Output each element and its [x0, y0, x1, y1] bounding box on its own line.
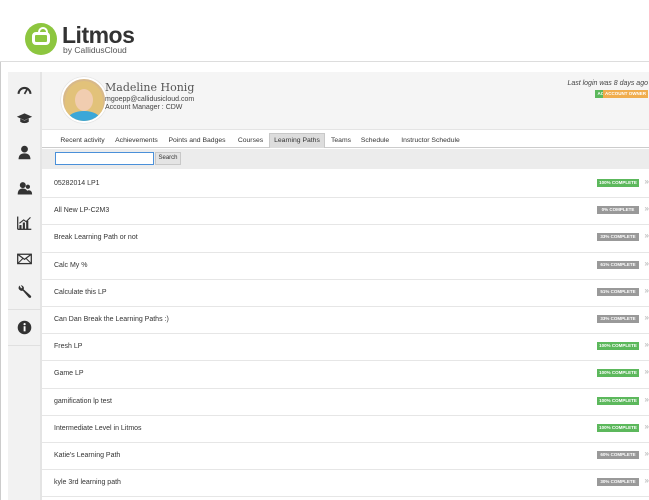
learning-path-name[interactable]: Game LP	[54, 370, 84, 377]
tab-achievements[interactable]: Achievements	[112, 133, 161, 148]
completion-status-badge: 33% COMPLETE	[597, 233, 639, 242]
profile-email: mgoepp@callidusicloud.com	[105, 96, 195, 103]
learning-path-row[interactable]: Calculate this LP 51% COMPLETE »	[42, 280, 649, 307]
users-icon	[17, 181, 33, 194]
graduation-cap-icon	[16, 112, 33, 123]
learning-path-row[interactable]: gamification lp test 100% COMPLETE »	[42, 389, 649, 416]
completion-status-badge: 0% COMPLETE	[597, 206, 639, 215]
tab-recent-activity[interactable]: Recent activity	[55, 133, 110, 148]
wrench-icon	[18, 285, 32, 298]
dashboard-icon	[17, 86, 32, 94]
sidebar	[8, 72, 41, 500]
sidebar-item-messages[interactable]	[8, 240, 41, 276]
learning-path-name[interactable]: gamification lp test	[54, 398, 112, 405]
info-icon	[17, 320, 32, 335]
chevron-right-icon[interactable]: »	[645, 449, 649, 458]
chevron-right-icon[interactable]: »	[645, 422, 649, 431]
top-bar: Litmos by CallidusCloud	[0, 0, 649, 62]
learning-path-row[interactable]: Game LP 100% COMPLETE »	[42, 361, 649, 389]
sidebar-item-reports[interactable]	[8, 204, 41, 240]
profile-tabs: Recent activity Achievements Points and …	[42, 132, 649, 148]
learning-path-row[interactable]: Katie's Learning Path 60% COMPLETE »	[42, 443, 649, 471]
completion-status-badge: 100% COMPLETE	[597, 179, 639, 187]
envelope-icon	[17, 253, 32, 264]
learning-path-name[interactable]: kyle 3rd learning path	[54, 479, 121, 486]
chevron-right-icon[interactable]: »	[645, 340, 649, 349]
avatar	[61, 77, 107, 123]
learning-path-name[interactable]: Break Learning Path or not	[54, 234, 138, 241]
chevron-right-icon[interactable]: »	[645, 177, 649, 186]
chevron-right-icon[interactable]: »	[645, 204, 649, 213]
completion-status-badge: 100% COMPLETE	[597, 342, 639, 351]
learning-path-row[interactable]: Break Learning Path or not 33% COMPLETE »	[42, 225, 649, 253]
learning-path-row[interactable]: 05282014 LP1 100% COMPLETE »	[42, 171, 649, 199]
chevron-right-icon[interactable]: »	[645, 367, 649, 376]
learning-path-name[interactable]: 05282014 LP1	[54, 180, 100, 187]
completion-status-badge: 100% COMPLETE	[597, 369, 639, 378]
tab-points-and-badges[interactable]: Points and Badges	[164, 133, 230, 148]
learning-path-row[interactable]: Can Dan Break the Learning Paths :) 33% C…	[42, 307, 649, 335]
main-content: Madeline Honig mgoepp@callidusicloud.com…	[41, 72, 649, 500]
litmos-logo-icon[interactable]	[25, 23, 57, 55]
tab-instructor-schedule[interactable]: Instructor Schedule	[395, 133, 466, 148]
sidebar-item-courses[interactable]	[8, 100, 41, 136]
chevron-right-icon[interactable]: »	[645, 313, 649, 322]
completion-status-badge: 100% COMPLETE	[597, 396, 639, 405]
learning-path-name[interactable]: Intermediate Level in Litmos	[54, 425, 142, 432]
tab-schedule[interactable]: Schedule	[358, 133, 392, 148]
chevron-right-icon[interactable]: »	[645, 231, 649, 240]
completion-status-badge: 33% COMPLETE	[597, 314, 639, 323]
window-edge	[0, 62, 1, 500]
learning-path-row[interactable]: kyle 3rd learning path 30% COMPLETE »	[42, 470, 649, 498]
search-bar: Search	[42, 149, 649, 169]
tab-teams[interactable]: Teams	[328, 133, 354, 148]
learning-path-row[interactable]: Intermediate Level in Litmos 100% COMPLET…	[42, 416, 649, 443]
tab-courses[interactable]: Courses	[234, 133, 267, 148]
completion-status-badge: 30% COMPLETE	[597, 478, 639, 487]
sidebar-item-info[interactable]	[8, 310, 41, 346]
completion-status-badge: 60% COMPLETE	[597, 450, 639, 459]
logo-subtitle: by CallidusCloud	[63, 45, 127, 55]
chevron-right-icon[interactable]: »	[645, 286, 649, 295]
tab-learning-paths[interactable]: Learning Paths	[269, 133, 325, 148]
learning-path-name[interactable]: Fresh LP	[54, 343, 82, 350]
completion-status-badge: 100% COMPLETE	[597, 423, 639, 432]
completion-status-badge: 51% COMPLETE	[597, 287, 639, 296]
user-icon	[18, 145, 31, 159]
search-button[interactable]: Search	[155, 152, 181, 165]
learning-path-name[interactable]: Katie's Learning Path	[54, 452, 120, 459]
chevron-right-icon[interactable]: »	[645, 395, 649, 404]
learning-path-name[interactable]: All New LP-C2M3	[54, 207, 109, 214]
profile-header: Madeline Honig mgoepp@callidusicloud.com…	[42, 72, 649, 130]
completion-status-badge: 61% COMPLETE	[597, 260, 639, 269]
reports-chart-icon	[17, 216, 32, 230]
learning-path-name[interactable]: Calculate this LP	[54, 289, 107, 296]
learning-path-name[interactable]: Calc My %	[54, 262, 87, 269]
last-login-text: Last login was 8 days ago	[567, 80, 648, 87]
search-input[interactable]	[55, 152, 154, 165]
sidebar-item-settings[interactable]	[8, 274, 41, 310]
chevron-right-icon[interactable]: »	[645, 259, 649, 268]
profile-manager: Account Manager : CDW	[105, 104, 183, 111]
learning-paths-list: 05282014 LP1 100% COMPLETE» All New LP-C2M…	[42, 171, 649, 498]
sidebar-item-teams[interactable]	[8, 170, 41, 206]
chevron-right-icon[interactable]: »	[645, 476, 649, 485]
learning-path-row[interactable]: All New LP-C2M3 0% COMPLETE »	[42, 198, 649, 226]
learning-path-name[interactable]: Can Dan Break the Learning Paths :)	[54, 316, 169, 323]
learning-path-row[interactable]: Calc My % 61% COMPLETE »	[42, 253, 649, 280]
sidebar-item-user[interactable]	[8, 134, 41, 170]
profile-name: Madeline Honig	[105, 81, 195, 94]
status-badge-account-owner: ACCOUNT OWNER	[603, 90, 648, 98]
learning-path-row[interactable]: Fresh LP 100% COMPLETE »	[42, 334, 649, 362]
